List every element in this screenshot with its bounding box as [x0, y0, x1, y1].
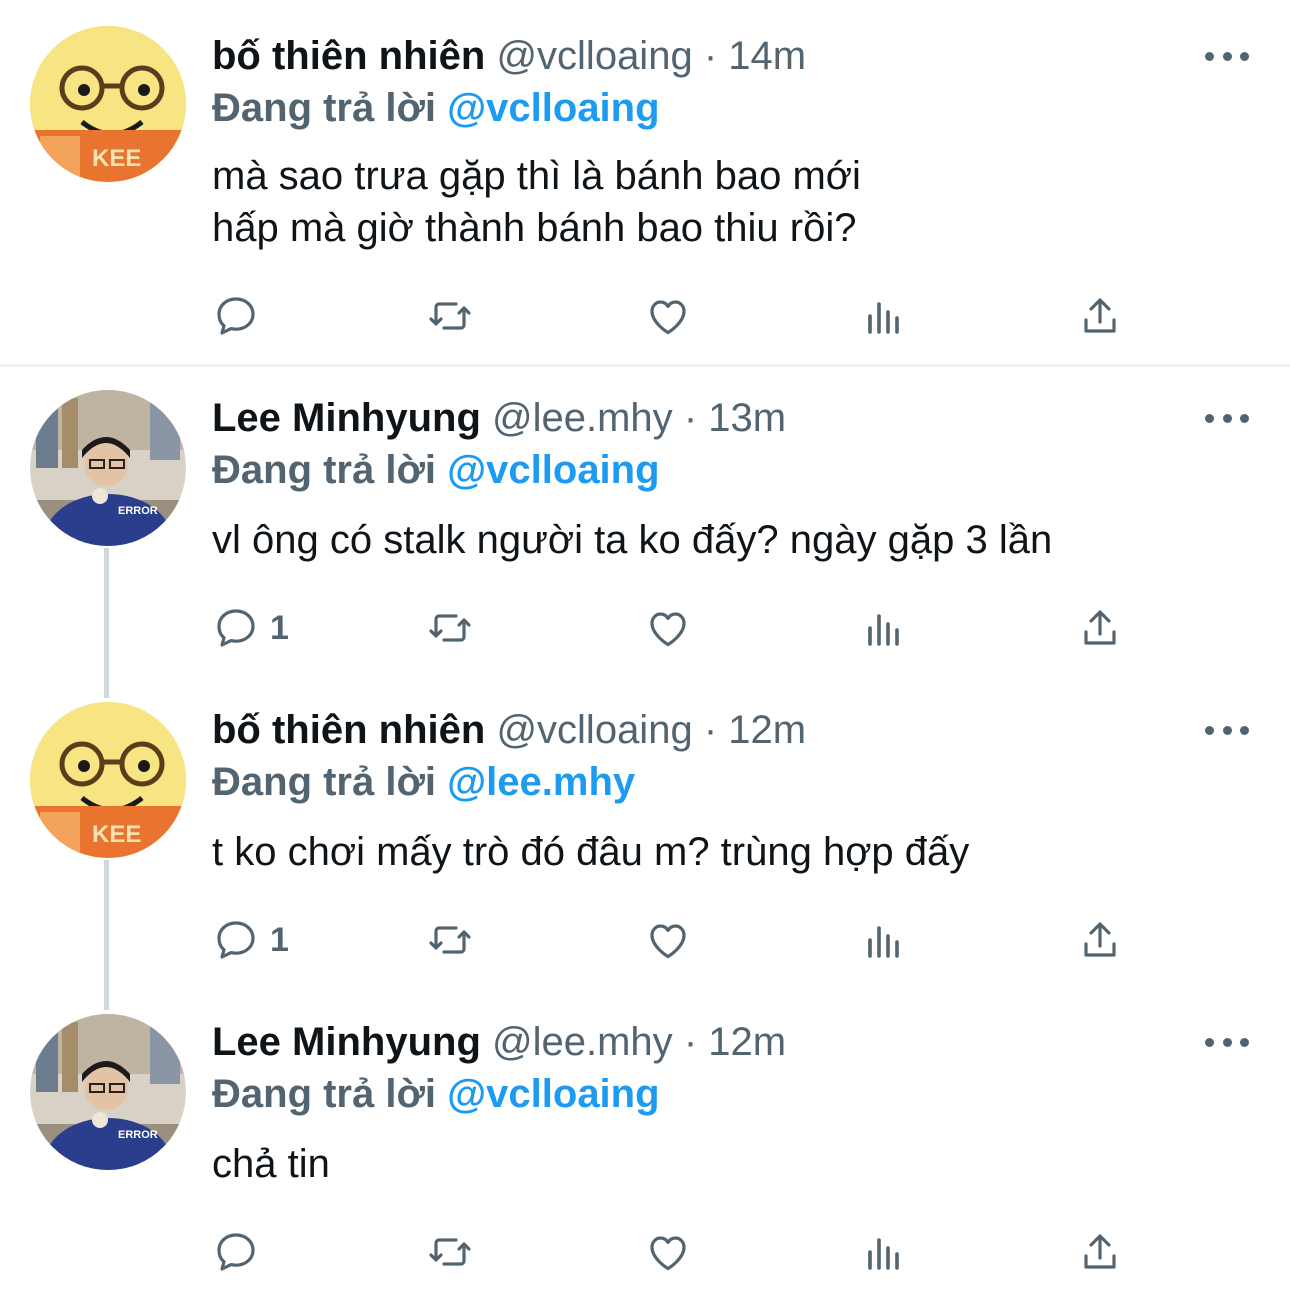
reply-icon: [217, 921, 255, 959]
replying-to-handle[interactable]: @lee.mhy: [447, 760, 635, 804]
tweet[interactable]: bố thiên nhiên @vclloaing · 12m Đang trả…: [0, 702, 1290, 982]
reply-icon: [217, 609, 255, 647]
reply-count: 1: [270, 920, 289, 959]
more-options-icon[interactable]: [1205, 718, 1249, 742]
avatar[interactable]: [30, 26, 186, 182]
analytics-button[interactable]: [860, 292, 908, 340]
retweet-icon: [429, 926, 471, 954]
reply-button[interactable]: [212, 1228, 270, 1276]
display-name[interactable]: bố thiên nhiên: [212, 708, 485, 752]
replying-to-label: Đang trả lời: [212, 86, 437, 130]
tweet[interactable]: Lee Minhyung @lee.mhy · 13m Đang trả lời…: [0, 390, 1290, 670]
more-options-icon[interactable]: [1205, 1030, 1249, 1054]
user-handle[interactable]: @vclloaing: [496, 34, 692, 78]
share-button[interactable]: [1076, 916, 1124, 964]
retweet-icon: [429, 302, 471, 330]
timestamp[interactable]: 12m: [708, 1020, 786, 1064]
tweet-actions: [212, 292, 1132, 340]
share-icon: [1084, 1234, 1116, 1269]
tweet-text: vl ông có stalk người ta ko đấy? ngày gặ…: [212, 518, 1053, 562]
tweet-text: t ko chơi mấy trò đó đâu m? trùng hợp đấ…: [212, 830, 970, 874]
avatar[interactable]: [30, 390, 186, 546]
replying-to: Đang trả lời @vclloaing: [212, 1070, 660, 1118]
avatar[interactable]: [30, 1014, 186, 1170]
analytics-icon: [868, 614, 899, 646]
reply-button[interactable]: 1: [212, 604, 289, 652]
share-icon: [1084, 922, 1116, 957]
analytics-button[interactable]: [860, 916, 908, 964]
tweet-header: Lee Minhyung @lee.mhy · 13m: [212, 394, 786, 442]
replying-to-handle[interactable]: @vclloaing: [447, 448, 659, 492]
tweet-text: mà sao trưa gặp thì là bánh bao mới hấp …: [212, 154, 861, 250]
separator-dot: ·: [683, 1020, 698, 1064]
replying-to-handle[interactable]: @vclloaing: [447, 1072, 659, 1116]
user-handle[interactable]: @lee.mhy: [492, 1020, 673, 1064]
tweet-text: chả tin: [212, 1142, 330, 1186]
avatar[interactable]: [30, 702, 186, 858]
reply-count: 1: [270, 608, 289, 647]
like-button[interactable]: [644, 292, 692, 340]
tweet-header: Lee Minhyung @lee.mhy · 12m: [212, 1018, 786, 1066]
share-button[interactable]: [1076, 1228, 1124, 1276]
like-button[interactable]: [644, 916, 692, 964]
analytics-icon: [868, 302, 899, 334]
retweet-button[interactable]: [426, 916, 474, 964]
tweet[interactable]: bố thiên nhiên @vclloaing · 14m Đang trả…: [0, 26, 1290, 356]
user-handle[interactable]: @vclloaing: [496, 708, 692, 752]
more-options-icon[interactable]: [1205, 406, 1249, 430]
replying-to-label: Đang trả lời: [212, 1072, 437, 1116]
replying-to: Đang trả lời @vclloaing: [212, 84, 660, 132]
reply-icon: [217, 297, 255, 335]
display-name[interactable]: bố thiên nhiên: [212, 34, 485, 78]
tweet-actions: [212, 1228, 1132, 1276]
heart-icon: [650, 924, 686, 959]
tweet-actions: 1: [212, 916, 1132, 964]
tweet-header: bố thiên nhiên @vclloaing · 14m: [212, 32, 806, 80]
replying-to: Đang trả lời @lee.mhy: [212, 758, 635, 806]
analytics-button[interactable]: [860, 604, 908, 652]
reply-icon: [217, 1233, 255, 1271]
reply-button[interactable]: [212, 292, 270, 340]
retweet-icon: [429, 614, 471, 642]
timestamp[interactable]: 12m: [728, 708, 806, 752]
retweet-button[interactable]: [426, 1228, 474, 1276]
separator-dot: ·: [703, 34, 718, 78]
analytics-icon: [868, 1238, 899, 1270]
timestamp[interactable]: 14m: [728, 34, 806, 78]
share-button[interactable]: [1076, 292, 1124, 340]
tweet-actions: 1: [212, 604, 1132, 652]
analytics-icon: [868, 926, 899, 958]
separator-dot: ·: [703, 708, 718, 752]
replying-to-label: Đang trả lời: [212, 760, 437, 804]
heart-icon: [650, 612, 686, 647]
tweet-header: bố thiên nhiên @vclloaing · 12m: [212, 706, 806, 754]
display-name[interactable]: Lee Minhyung: [212, 1020, 481, 1064]
heart-icon: [650, 1236, 686, 1271]
replying-to-label: Đang trả lời: [212, 448, 437, 492]
more-options-icon[interactable]: [1205, 44, 1249, 68]
like-button[interactable]: [644, 604, 692, 652]
heart-icon: [650, 300, 686, 335]
tweet[interactable]: Lee Minhyung @lee.mhy · 12m Đang trả lời…: [0, 1014, 1290, 1294]
analytics-button[interactable]: [860, 1228, 908, 1276]
timestamp[interactable]: 13m: [708, 396, 786, 440]
retweet-button[interactable]: [426, 604, 474, 652]
replying-to-handle[interactable]: @vclloaing: [447, 86, 659, 130]
retweet-button[interactable]: [426, 292, 474, 340]
reply-button[interactable]: 1: [212, 916, 289, 964]
replying-to: Đang trả lời @vclloaing: [212, 446, 660, 494]
share-icon: [1084, 610, 1116, 645]
share-button[interactable]: [1076, 604, 1124, 652]
display-name[interactable]: Lee Minhyung: [212, 396, 481, 440]
retweet-icon: [429, 1238, 471, 1266]
separator-dot: ·: [683, 396, 698, 440]
like-button[interactable]: [644, 1228, 692, 1276]
share-icon: [1084, 298, 1116, 333]
tweet-divider: [0, 364, 1290, 367]
user-handle[interactable]: @lee.mhy: [492, 396, 673, 440]
